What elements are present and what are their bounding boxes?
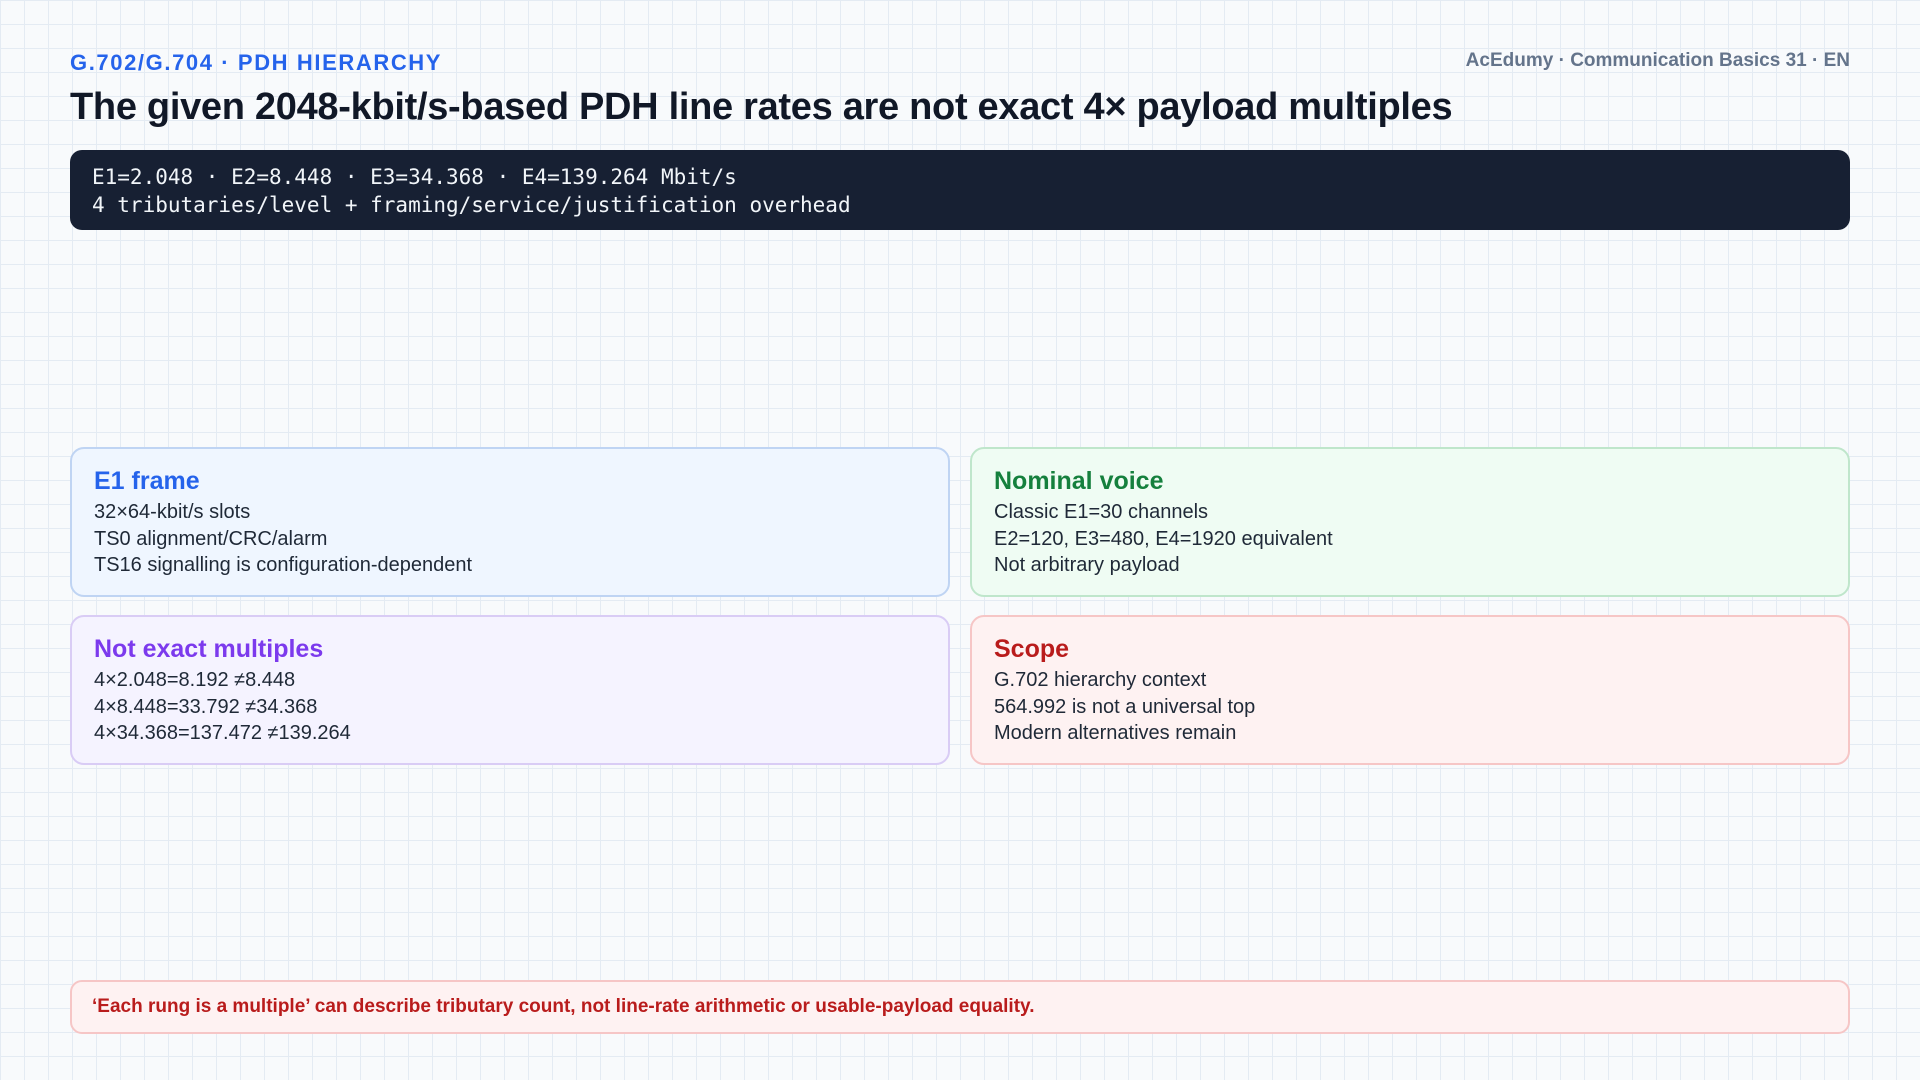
card-title: E1 frame (94, 467, 200, 495)
card-nominal-voice: Nominal voice Classic E1=30 channels E2=… (970, 447, 1850, 597)
card-title: Not exact multiples (94, 635, 324, 663)
card-line: 32×64-kbit/s slots (94, 501, 251, 523)
rate-code-box: E1=2.048 · E2=8.448 · E3=34.368 · E4=139… (70, 150, 1850, 230)
card-line: Not arbitrary payload (994, 554, 1180, 576)
card-line: TS16 signalling is configuration-depende… (94, 554, 473, 576)
card-title: Scope (994, 635, 1070, 663)
card-line: E2=120, E3=480, E4=1920 equivalent (994, 527, 1333, 550)
warning-note-text: ‘Each rung is a multiple’ can describe t… (92, 996, 1035, 1017)
card-line: 564.992 is not a universal top (994, 695, 1256, 718)
section-kicker: G.702/G.704 · PDH HIERARCHY (70, 50, 443, 75)
card-title: Nominal voice (994, 467, 1164, 495)
card-not-exact-multiples: Not exact multiples 4×2.048=8.192 ≠8.448… (70, 615, 950, 765)
code-line: E1=2.048 · E2=8.448 · E3=34.368 · E4=139… (92, 165, 737, 189)
card-line: G.702 hierarchy context (994, 669, 1207, 691)
warning-note: ‘Each rung is a multiple’ can describe t… (70, 980, 1850, 1034)
card-line: Classic E1=30 channels (994, 501, 1209, 523)
course-label: AcEdumy · Communication Basics 31 · EN (1465, 50, 1850, 71)
card-line: TS0 alignment/CRC/alarm (94, 527, 328, 550)
card-e1-frame: E1 frame 32×64-kbit/s slots TS0 alignmen… (70, 447, 950, 597)
card-line: 4×2.048=8.192 ≠8.448 (94, 669, 296, 691)
card-line: Modern alternatives remain (994, 722, 1237, 744)
card-line: 4×8.448=33.792 ≠34.368 (94, 695, 318, 718)
card-line: 4×34.368=137.472 ≠139.264 (94, 722, 351, 744)
card-scope: Scope G.702 hierarchy context 564.992 is… (970, 615, 1850, 765)
code-line: 4 tributaries/level + framing/service/ju… (92, 193, 851, 217)
page-title: The given 2048-kbit/s-based PDH line rat… (70, 86, 1453, 128)
